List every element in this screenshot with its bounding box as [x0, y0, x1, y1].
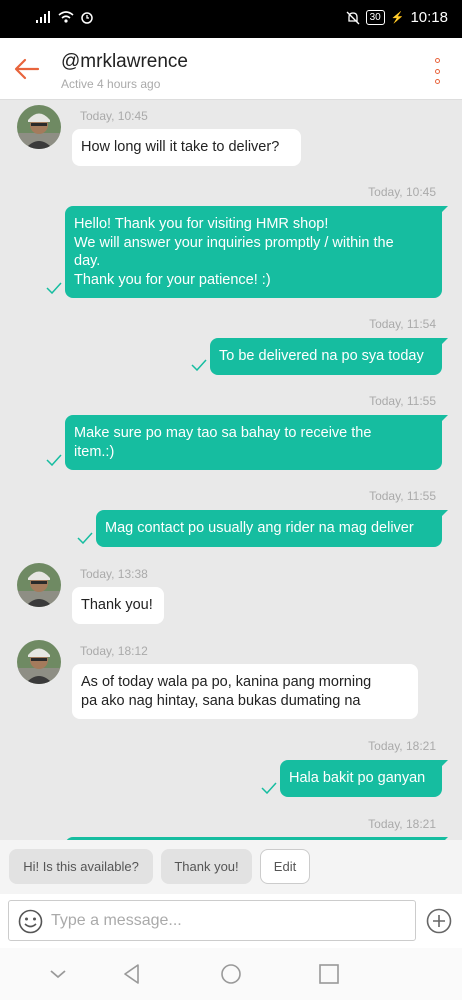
- message-input[interactable]: Type a message...: [8, 900, 416, 941]
- message-timestamp: Today, 18:12: [80, 644, 148, 658]
- message-bubble-incoming[interactable]: As of today wala pa po, kanina pang morn…: [72, 664, 418, 719]
- active-status: Active 4 hours ago: [61, 77, 161, 91]
- message-bubble-outgoing[interactable]: Hello! Thank you for visiting HMR shop! …: [65, 206, 448, 298]
- message-text: Make sure po may tao sa bahay to receive…: [74, 425, 372, 441]
- message-bubble-outgoing[interactable]: Make sure po may tao sa bahay to receive…: [65, 415, 448, 470]
- message-text: How long will it take to deliver?: [81, 139, 280, 155]
- message-timestamp: Today, 13:38: [80, 567, 148, 581]
- edit-quick-replies-button[interactable]: Edit: [260, 849, 310, 884]
- message-text: To be delivered na po sya today: [219, 348, 424, 364]
- home-nav-icon[interactable]: [219, 962, 243, 986]
- message-bubble-outgoing[interactable]: Hala bakit po ganyan: [280, 760, 448, 797]
- back-nav-icon[interactable]: [120, 962, 144, 986]
- read-check-icon: [261, 782, 277, 794]
- message-text: Thank you!: [81, 597, 153, 613]
- contact-avatar[interactable]: [17, 640, 61, 684]
- message-bubble-outgoing[interactable]: To be delivered na po sya today: [210, 338, 448, 375]
- contact-avatar[interactable]: [17, 105, 61, 149]
- message-timestamp: Today, 11:55: [369, 394, 436, 408]
- read-check-icon: [191, 359, 207, 371]
- back-arrow-icon[interactable]: [12, 54, 42, 84]
- quick-replies-bar: Hi! Is this available? Thank you! Edit: [0, 840, 462, 894]
- message-list[interactable]: Today, 10:45 How long will it take to de…: [0, 100, 462, 840]
- message-timestamp: Today, 18:21: [368, 739, 436, 753]
- alarm-icon: [81, 12, 93, 24]
- quick-reply-button[interactable]: Hi! Is this available?: [9, 849, 153, 884]
- message-bubble-incoming[interactable]: Thank you!: [72, 587, 164, 624]
- system-nav-bar: [0, 948, 462, 1000]
- message-text: Thank you for your patience! :): [74, 271, 271, 288]
- contact-name[interactable]: @mrklawrence: [61, 51, 188, 73]
- signal-icon: [36, 11, 50, 23]
- message-text: item.:): [74, 443, 115, 460]
- message-text: As of today wala pa po, kanina pang morn…: [81, 674, 372, 690]
- charging-icon: ⚡: [390, 12, 405, 24]
- message-timestamp: Today, 10:45: [368, 185, 436, 199]
- message-timestamp: Today, 18:21: [368, 817, 436, 831]
- message-bubble-outgoing[interactable]: Mag contact po usually ang rider na mag …: [96, 510, 448, 547]
- recents-nav-icon[interactable]: [317, 962, 341, 986]
- message-text: pa ako nag hintay, sana bukas dumating n…: [81, 692, 361, 709]
- clock: 10:18: [410, 9, 448, 26]
- battery-indicator: 30: [365, 10, 385, 25]
- chat-header: @mrklawrence Active 4 hours ago: [0, 38, 462, 100]
- message-placeholder: Type a message...: [51, 912, 182, 929]
- more-options-icon[interactable]: [432, 58, 442, 84]
- emoji-icon[interactable]: [18, 909, 43, 934]
- hide-keyboard-icon[interactable]: [46, 962, 70, 986]
- message-timestamp: Today, 11:55: [369, 489, 436, 503]
- read-check-icon: [46, 282, 62, 294]
- quick-reply-button[interactable]: Thank you!: [161, 849, 252, 884]
- message-input-bar: Type a message...: [0, 894, 462, 948]
- message-text: Hala bakit po ganyan: [289, 770, 426, 786]
- contact-avatar[interactable]: [17, 563, 61, 607]
- message-bubble-incoming[interactable]: How long will it take to deliver?: [72, 129, 301, 166]
- message-text: Hello! Thank you for visiting HMR shop!: [74, 216, 329, 232]
- message-timestamp: Today, 10:45: [80, 109, 148, 123]
- message-timestamp: Today, 11:54: [369, 317, 436, 331]
- read-check-icon: [77, 532, 93, 544]
- mute-icon: [346, 11, 360, 24]
- message-text: Mag contact po usually ang rider na mag …: [105, 520, 414, 536]
- add-attachment-icon[interactable]: [426, 908, 452, 934]
- message-text: day.: [74, 253, 101, 269]
- status-bar: 30 ⚡ 10:18: [0, 0, 462, 38]
- read-check-icon: [46, 454, 62, 466]
- message-text: We will answer your inquiries promptly /…: [74, 234, 394, 251]
- wifi-icon: [58, 11, 74, 23]
